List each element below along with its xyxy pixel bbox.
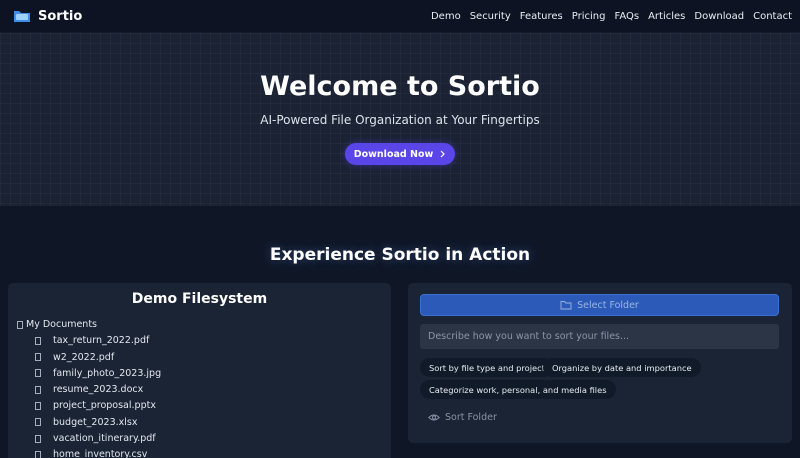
hero-title: Welcome to Sortio xyxy=(260,71,540,102)
nav-link-articles[interactable]: Articles xyxy=(648,11,685,22)
file-glyph-icon xyxy=(35,418,41,427)
file-name: resume_2023.docx xyxy=(53,384,144,396)
hero-section: Welcome to Sortio AI-Powered File Organi… xyxy=(0,33,800,206)
chevron-right-icon xyxy=(439,150,446,158)
nav-link-pricing[interactable]: Pricing xyxy=(572,11,606,22)
sort-controls-panel: Select Folder Sort by file type and proj… xyxy=(408,283,792,443)
nav-link-security[interactable]: Security xyxy=(470,11,511,22)
download-now-label: Download Now xyxy=(353,148,434,160)
nav-link-features[interactable]: Features xyxy=(520,11,563,22)
file-name: home_inventory.csv xyxy=(53,449,148,458)
file-glyph-icon xyxy=(35,385,41,394)
brand-name: Sortio xyxy=(38,8,83,24)
file-glyph-icon xyxy=(35,402,41,410)
file-item[interactable]: vacation_itinerary.pdf xyxy=(35,432,161,445)
nav-link-download[interactable]: Download xyxy=(694,11,744,22)
file-glyph-icon xyxy=(35,450,41,458)
nav-links: Demo Security Features Pricing FAQs Arti… xyxy=(431,11,792,22)
nav-link-demo[interactable]: Demo xyxy=(431,11,461,22)
suggestion-chip-date[interactable]: Organize by date and importance xyxy=(543,358,701,377)
file-name: vacation_itinerary.pdf xyxy=(53,433,156,445)
file-tree: My Documents tax_return_2022.pdf w2_2022… xyxy=(17,318,161,458)
folder-glyph-icon xyxy=(17,320,23,329)
file-glyph-icon xyxy=(35,336,41,345)
file-item[interactable]: tax_return_2022.pdf xyxy=(35,334,161,347)
brand[interactable]: Sortio xyxy=(13,9,82,24)
sort-folder-label: Sort Folder xyxy=(445,411,497,423)
file-name: budget_2023.xlsx xyxy=(53,416,138,428)
folder-logo-icon xyxy=(13,9,31,23)
file-name: project_proposal.pptx xyxy=(53,400,156,412)
sort-description-input[interactable] xyxy=(420,324,779,349)
file-glyph-icon xyxy=(35,353,41,361)
file-item[interactable]: home_inventory.csv xyxy=(35,448,161,458)
suggestion-chip-file-type[interactable]: Sort by file type and project xyxy=(420,358,554,377)
select-folder-label: Select Folder xyxy=(577,299,639,311)
nav-link-contact[interactable]: Contact xyxy=(753,11,792,22)
folder-icon xyxy=(560,300,572,310)
eye-icon xyxy=(428,413,440,422)
top-nav: Sortio Demo Security Features Pricing FA… xyxy=(0,0,800,33)
file-name: tax_return_2022.pdf xyxy=(53,335,150,347)
file-item[interactable]: resume_2023.docx xyxy=(35,383,161,396)
file-item[interactable]: budget_2023.xlsx xyxy=(35,416,161,429)
file-glyph-icon xyxy=(35,369,41,378)
download-now-button[interactable]: Download Now xyxy=(345,143,455,165)
tree-root-label: My Documents xyxy=(26,319,98,330)
hero-subtitle: AI-Powered File Organization at Your Fin… xyxy=(260,113,540,127)
file-item[interactable]: w2_2022.pdf xyxy=(35,351,161,364)
file-item[interactable]: family_photo_2023.jpg xyxy=(35,367,161,380)
filesystem-title: Demo Filesystem xyxy=(131,291,268,307)
file-item[interactable]: project_proposal.pptx xyxy=(35,399,161,412)
nav-link-faqs[interactable]: FAQs xyxy=(614,11,639,22)
select-folder-button[interactable]: Select Folder xyxy=(420,294,779,316)
sort-folder-button[interactable]: Sort Folder xyxy=(428,409,497,425)
demo-filesystem-panel: Demo Filesystem My Documents tax_return_… xyxy=(8,283,391,458)
file-name: family_photo_2023.jpg xyxy=(53,367,162,379)
suggestion-chip-categorize[interactable]: Categorize work, personal, and media fil… xyxy=(420,380,616,399)
demo-section-title: Experience Sortio in Action xyxy=(269,245,531,265)
file-name: w2_2022.pdf xyxy=(53,351,115,363)
tree-root-folder[interactable]: My Documents xyxy=(17,318,161,331)
file-glyph-icon xyxy=(35,434,41,443)
